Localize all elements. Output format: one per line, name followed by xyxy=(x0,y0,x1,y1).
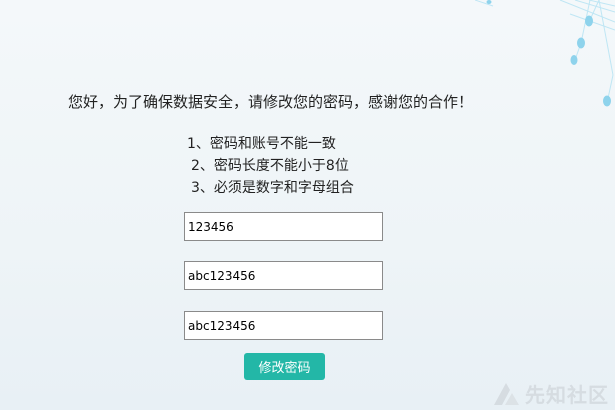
current-password-input[interactable] xyxy=(184,212,383,241)
password-rule-item: 3、必须是数字和字母组合 xyxy=(191,180,354,196)
confirm-password-input[interactable] xyxy=(184,311,383,340)
security-notice-headline: 您好，为了确保数据安全，请修改您的密码，感谢您的合作！ xyxy=(68,93,474,111)
new-password-input[interactable] xyxy=(184,261,383,290)
watermark-text: 先知社区 xyxy=(525,383,609,407)
network-graph-decoration xyxy=(475,0,615,107)
password-rule-item: 2、密码长度不能小于8位 xyxy=(191,158,349,174)
change-password-button[interactable]: 修改密码 xyxy=(244,353,325,380)
password-rule-item: 1、密码和账号不能一致 xyxy=(187,136,336,152)
site-watermark: 先知社区 xyxy=(491,379,609,408)
xianzhi-logo-icon xyxy=(494,382,519,405)
password-rules-list: 1、密码和账号不能一致 2、密码长度不能小于8位 3、必须是数字和字母组合 xyxy=(187,133,354,199)
